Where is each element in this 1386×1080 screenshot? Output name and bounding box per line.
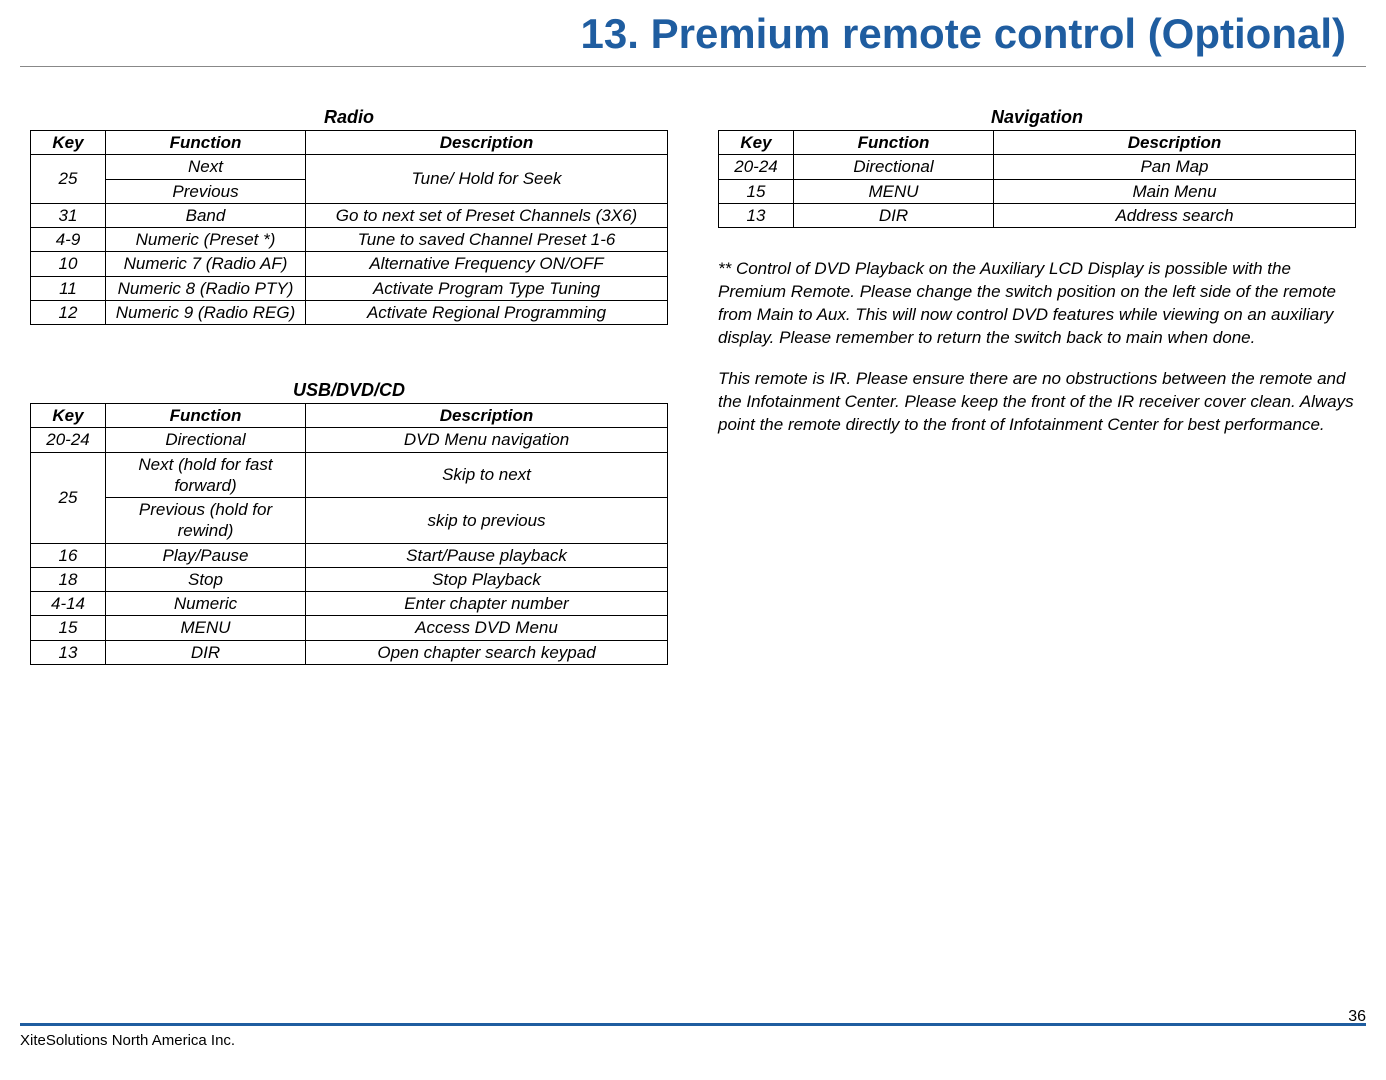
page-title: 13. Premium remote control (Optional): [20, 0, 1366, 67]
left-column: Radio Key Function Description 25 Next T…: [30, 107, 668, 665]
col-key: Key: [719, 131, 794, 155]
cell-desc: Alternative Frequency ON/OFF: [306, 252, 668, 276]
table-row: 13 DIR Address search: [719, 203, 1356, 227]
cell-desc: Main Menu: [994, 179, 1356, 203]
note-paragraph: ** Control of DVD Playback on the Auxili…: [718, 258, 1356, 350]
cell-func: Numeric: [106, 592, 306, 616]
table-row: 25 Next Tune/ Hold for Seek: [31, 155, 668, 179]
col-key: Key: [31, 131, 106, 155]
table-header-row: Key Function Description: [31, 404, 668, 428]
cell-key: 11: [31, 276, 106, 300]
cell-desc: Activate Program Type Tuning: [306, 276, 668, 300]
table-row: 25 Next (hold for fast forward) Skip to …: [31, 452, 668, 498]
page-number: 36: [1348, 1008, 1366, 1026]
table-row: 20-24 Directional DVD Menu navigation: [31, 428, 668, 452]
cell-desc: skip to previous: [306, 498, 668, 544]
table-row: 4-9 Numeric (Preset *) Tune to saved Cha…: [31, 228, 668, 252]
col-description: Description: [306, 131, 668, 155]
cell-func: Directional: [106, 428, 306, 452]
cell-key: 15: [719, 179, 794, 203]
cell-key: 4-9: [31, 228, 106, 252]
cell-desc: Stop Playback: [306, 567, 668, 591]
cell-func: Previous: [106, 179, 306, 203]
cell-key: 25: [31, 452, 106, 543]
table-row: 4-14 Numeric Enter chapter number: [31, 592, 668, 616]
cell-desc: Tune/ Hold for Seek: [306, 155, 668, 204]
cell-desc: Enter chapter number: [306, 592, 668, 616]
cell-desc: Skip to next: [306, 452, 668, 498]
cell-func: DIR: [106, 640, 306, 664]
col-description: Description: [994, 131, 1356, 155]
cell-func: Numeric 9 (Radio REG): [106, 300, 306, 324]
table-header-row: Key Function Description: [31, 131, 668, 155]
table-row: Previous (hold for rewind) skip to previ…: [31, 498, 668, 544]
right-column: Navigation Key Function Description 20-2…: [718, 107, 1356, 665]
radio-table: Key Function Description 25 Next Tune/ H…: [30, 130, 668, 325]
table-row: 15 MENU Access DVD Menu: [31, 616, 668, 640]
col-key: Key: [31, 404, 106, 428]
cell-desc: Pan Map: [994, 155, 1356, 179]
cell-key: 15: [31, 616, 106, 640]
cell-func: MENU: [794, 179, 994, 203]
nav-table: Key Function Description 20-24 Direction…: [718, 130, 1356, 228]
cell-key: 25: [31, 155, 106, 204]
cell-desc: Open chapter search keypad: [306, 640, 668, 664]
note-paragraph: This remote is IR. Please ensure there a…: [718, 368, 1356, 437]
cell-func: Play/Pause: [106, 543, 306, 567]
cell-key: 18: [31, 567, 106, 591]
table-row: 18 Stop Stop Playback: [31, 567, 668, 591]
cell-func: Numeric 8 (Radio PTY): [106, 276, 306, 300]
table-row: 12 Numeric 9 (Radio REG) Activate Region…: [31, 300, 668, 324]
col-description: Description: [306, 404, 668, 428]
cell-func: Stop: [106, 567, 306, 591]
cell-desc: Go to next set of Preset Channels (3X6): [306, 203, 668, 227]
table-row: 16 Play/Pause Start/Pause playback: [31, 543, 668, 567]
table-row: 10 Numeric 7 (Radio AF) Alternative Freq…: [31, 252, 668, 276]
table-row: 20-24 Directional Pan Map: [719, 155, 1356, 179]
cell-key: 12: [31, 300, 106, 324]
col-function: Function: [794, 131, 994, 155]
cell-key: 13: [719, 203, 794, 227]
table-row: 31 Band Go to next set of Preset Channel…: [31, 203, 668, 227]
table-header-row: Key Function Description: [719, 131, 1356, 155]
notes-block: ** Control of DVD Playback on the Auxili…: [718, 258, 1356, 437]
cell-desc: Access DVD Menu: [306, 616, 668, 640]
cell-func: Numeric 7 (Radio AF): [106, 252, 306, 276]
cell-desc: Address search: [994, 203, 1356, 227]
usb-table-title: USB/DVD/CD: [30, 380, 668, 401]
table-row: 15 MENU Main Menu: [719, 179, 1356, 203]
footer-company: XiteSolutions North America Inc.: [20, 1032, 235, 1049]
cell-func: DIR: [794, 203, 994, 227]
cell-func: Band: [106, 203, 306, 227]
usb-table: Key Function Description 20-24 Direction…: [30, 403, 668, 665]
table-row: 11 Numeric 8 (Radio PTY) Activate Progra…: [31, 276, 668, 300]
cell-key: 20-24: [31, 428, 106, 452]
cell-func: Numeric (Preset *): [106, 228, 306, 252]
table-row: 13 DIR Open chapter search keypad: [31, 640, 668, 664]
cell-key: 16: [31, 543, 106, 567]
cell-func: MENU: [106, 616, 306, 640]
cell-key: 10: [31, 252, 106, 276]
cell-desc: Start/Pause playback: [306, 543, 668, 567]
cell-key: 31: [31, 203, 106, 227]
cell-desc: Activate Regional Programming: [306, 300, 668, 324]
cell-func: Previous (hold for rewind): [106, 498, 306, 544]
cell-func: Directional: [794, 155, 994, 179]
cell-func: Next: [106, 155, 306, 179]
cell-key: 13: [31, 640, 106, 664]
content-area: Radio Key Function Description 25 Next T…: [0, 67, 1386, 665]
col-function: Function: [106, 404, 306, 428]
col-function: Function: [106, 131, 306, 155]
radio-table-title: Radio: [30, 107, 668, 128]
cell-desc: Tune to saved Channel Preset 1-6: [306, 228, 668, 252]
page-footer: XiteSolutions North America Inc. 36: [20, 1023, 1366, 1050]
cell-func: Next (hold for fast forward): [106, 452, 306, 498]
cell-key: 20-24: [719, 155, 794, 179]
cell-key: 4-14: [31, 592, 106, 616]
cell-desc: DVD Menu navigation: [306, 428, 668, 452]
nav-table-title: Navigation: [718, 107, 1356, 128]
